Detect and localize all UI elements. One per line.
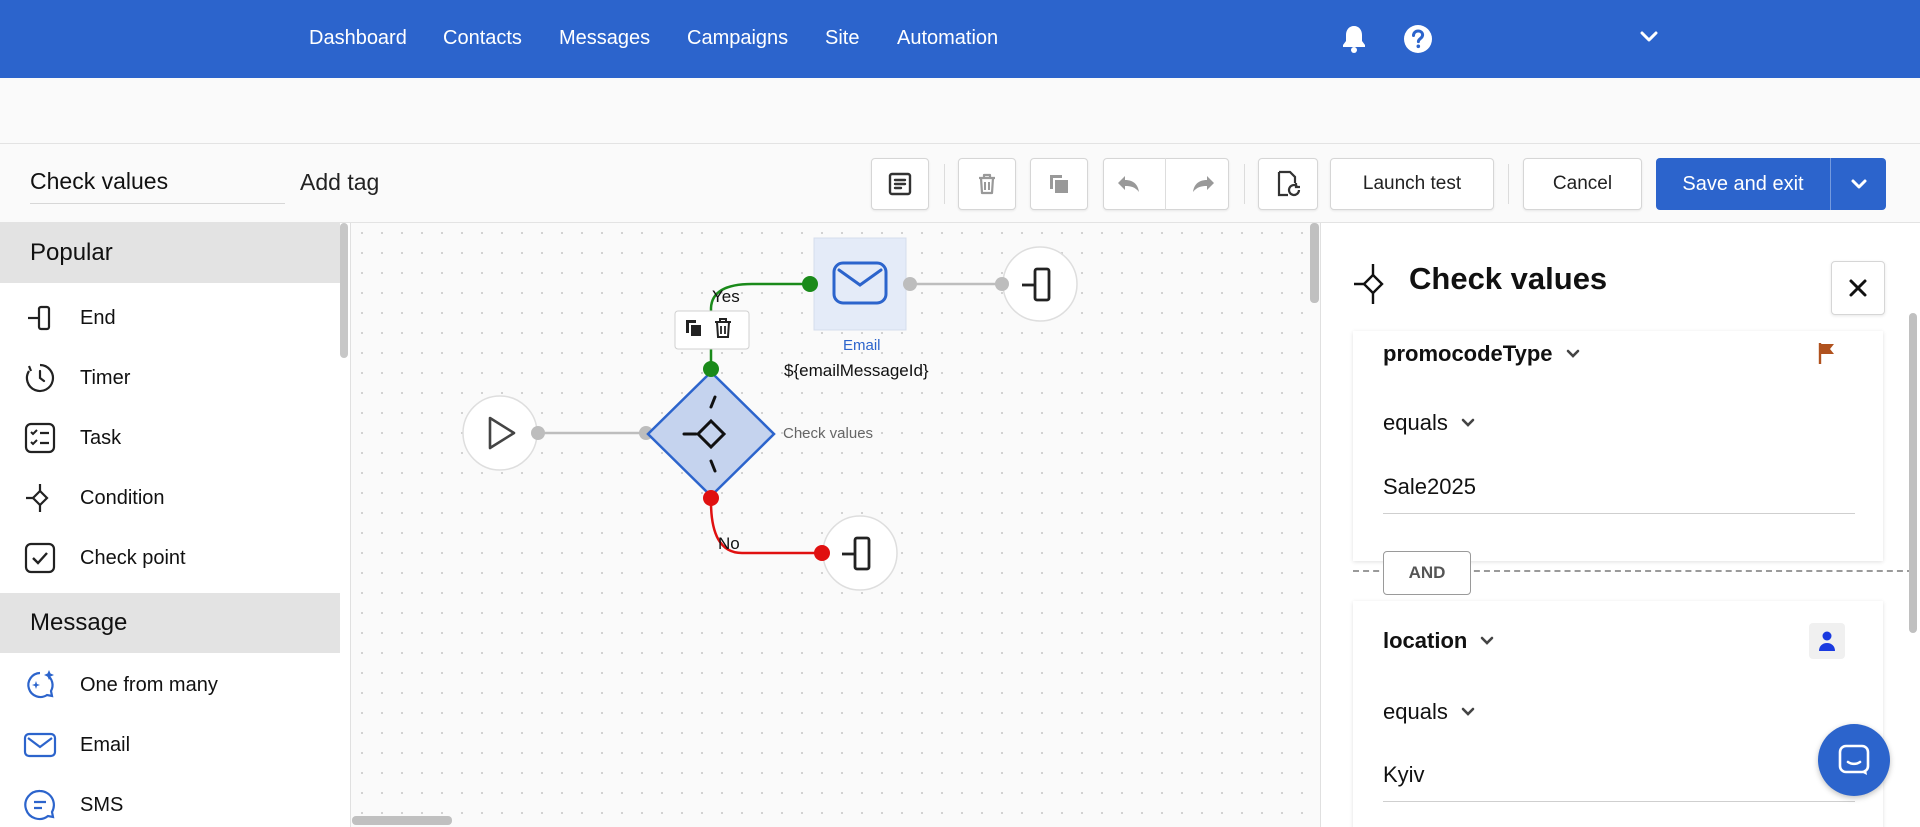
- undo-redo-group: [1103, 158, 1229, 210]
- palette-item-check-point[interactable]: Check point: [0, 528, 340, 588]
- panel-scrollbar[interactable]: [1909, 313, 1917, 633]
- nav-automation[interactable]: Automation: [897, 27, 998, 50]
- bell-icon[interactable]: [1340, 24, 1368, 59]
- nav-messages[interactable]: Messages: [559, 27, 650, 50]
- nav-campaigns[interactable]: Campaigns: [687, 27, 788, 50]
- save-options-chevron-down-icon[interactable]: [1831, 177, 1886, 191]
- copy-icon: [1050, 175, 1068, 193]
- canvas-vertical-scrollbar[interactable]: [1310, 223, 1319, 303]
- and-joiner-button[interactable]: AND: [1383, 551, 1471, 595]
- sms-chat-icon: [0, 788, 80, 822]
- nav-dashboard[interactable]: Dashboard: [309, 27, 407, 50]
- email-node-variable: ${emailMessageId}: [784, 361, 929, 380]
- chevron-down-icon: [1481, 636, 1494, 645]
- workflow-canvas[interactable]: Yes No Email ${emailMessageId} Check val…: [352, 223, 1319, 827]
- condition-1-value-input[interactable]: Sale2025: [1383, 474, 1855, 514]
- port-email-out: [903, 277, 917, 291]
- email-node-label: Email: [843, 337, 881, 354]
- node-palette: Popular End Timer Task Condition Check p…: [0, 223, 351, 827]
- end-icon: [0, 303, 80, 333]
- checkbox-icon: [0, 542, 80, 574]
- panel-title: Check values: [1409, 261, 1608, 296]
- condition-node[interactable]: [646, 370, 776, 498]
- nav-contacts[interactable]: Contacts: [443, 27, 522, 50]
- add-tag-input[interactable]: Add tag: [300, 169, 379, 196]
- timer-icon: [0, 362, 80, 394]
- editor-toolbar: Check values Add tag Launch test Cancel …: [0, 143, 1920, 223]
- note-icon: [888, 172, 912, 196]
- condition-1-field-select[interactable]: promocodeType: [1383, 341, 1581, 367]
- port-no: [703, 490, 719, 506]
- edge-yes-label: Yes: [712, 287, 740, 306]
- promocode-flag-badge: [1809, 335, 1845, 371]
- end-node-yes[interactable]: [1002, 246, 1078, 322]
- chat-icon: [1838, 744, 1870, 775]
- support-chat-button[interactable]: [1818, 724, 1890, 796]
- automation-name-input[interactable]: Check values: [30, 168, 285, 204]
- location-person-badge: [1809, 623, 1845, 659]
- workflow-graph: [462, 237, 1078, 591]
- start-node[interactable]: [462, 395, 538, 471]
- test-history-button[interactable]: [1258, 158, 1318, 210]
- condition-2-field-select[interactable]: location: [1383, 628, 1495, 654]
- notes-button[interactable]: [871, 158, 929, 210]
- flag-icon: [1818, 343, 1834, 364]
- delete-button[interactable]: [958, 158, 1016, 210]
- port-start-out: [531, 426, 545, 440]
- cancel-button[interactable]: Cancel: [1523, 158, 1642, 210]
- condition-diamond-icon: [0, 482, 80, 514]
- help-icon[interactable]: [1403, 24, 1433, 59]
- condition-2-value-input[interactable]: Kyiv: [1383, 762, 1855, 802]
- port-end-no-in: [814, 545, 830, 561]
- undo-icon[interactable]: [1115, 173, 1143, 195]
- close-panel-button[interactable]: [1831, 261, 1885, 315]
- palette-item-timer[interactable]: Timer: [0, 348, 340, 408]
- save-and-exit-button[interactable]: Save and exit: [1656, 158, 1886, 210]
- account-chevron-down-icon[interactable]: [1640, 30, 1658, 49]
- redo-icon[interactable]: [1189, 173, 1217, 195]
- palette-item-task[interactable]: Task: [0, 408, 340, 468]
- palette-item-one-from-many[interactable]: One from many: [0, 655, 340, 715]
- end-node-no[interactable]: [822, 515, 898, 591]
- port-end-yes-in: [995, 277, 1009, 291]
- trash-icon: [979, 173, 995, 195]
- port-email-in: [802, 276, 818, 292]
- chevron-down-icon: [1461, 418, 1475, 427]
- palette-section-popular: Popular: [0, 223, 340, 283]
- condition-2-operator-select[interactable]: equals: [1383, 699, 1476, 725]
- condition-node-label: Check values: [783, 425, 874, 442]
- chevron-down-icon: [1461, 707, 1475, 716]
- person-icon: [1819, 631, 1835, 651]
- copy-button[interactable]: [1030, 158, 1088, 210]
- palette-section-message: Message: [0, 593, 340, 653]
- palette-scrollbar[interactable]: [340, 223, 348, 358]
- palette-item-end[interactable]: End: [0, 288, 340, 348]
- canvas-horizontal-scrollbar[interactable]: [352, 816, 452, 825]
- top-navigation: Dashboard Contacts Messages Campaigns Si…: [0, 0, 1920, 78]
- close-icon: [1849, 279, 1867, 297]
- port-yes: [703, 361, 719, 377]
- envelope-icon: [0, 731, 80, 759]
- palette-item-email[interactable]: Email: [0, 715, 340, 775]
- task-checklist-icon: [0, 422, 80, 454]
- palette-item-sms[interactable]: SMS: [0, 775, 340, 827]
- palette-item-condition[interactable]: Condition: [0, 468, 340, 528]
- chevron-down-icon: [1566, 349, 1579, 358]
- document-refresh-icon: [1277, 170, 1301, 197]
- condition-1-operator-select[interactable]: equals: [1383, 410, 1476, 436]
- nav-site[interactable]: Site: [825, 27, 859, 50]
- node-actions-toolbar: [674, 310, 750, 350]
- condition-diamond-icon: [1351, 262, 1391, 311]
- edge-no-label: No: [718, 534, 740, 553]
- sparkle-chat-icon: [0, 668, 80, 702]
- launch-test-button[interactable]: Launch test: [1330, 158, 1494, 210]
- email-node[interactable]: [813, 237, 907, 331]
